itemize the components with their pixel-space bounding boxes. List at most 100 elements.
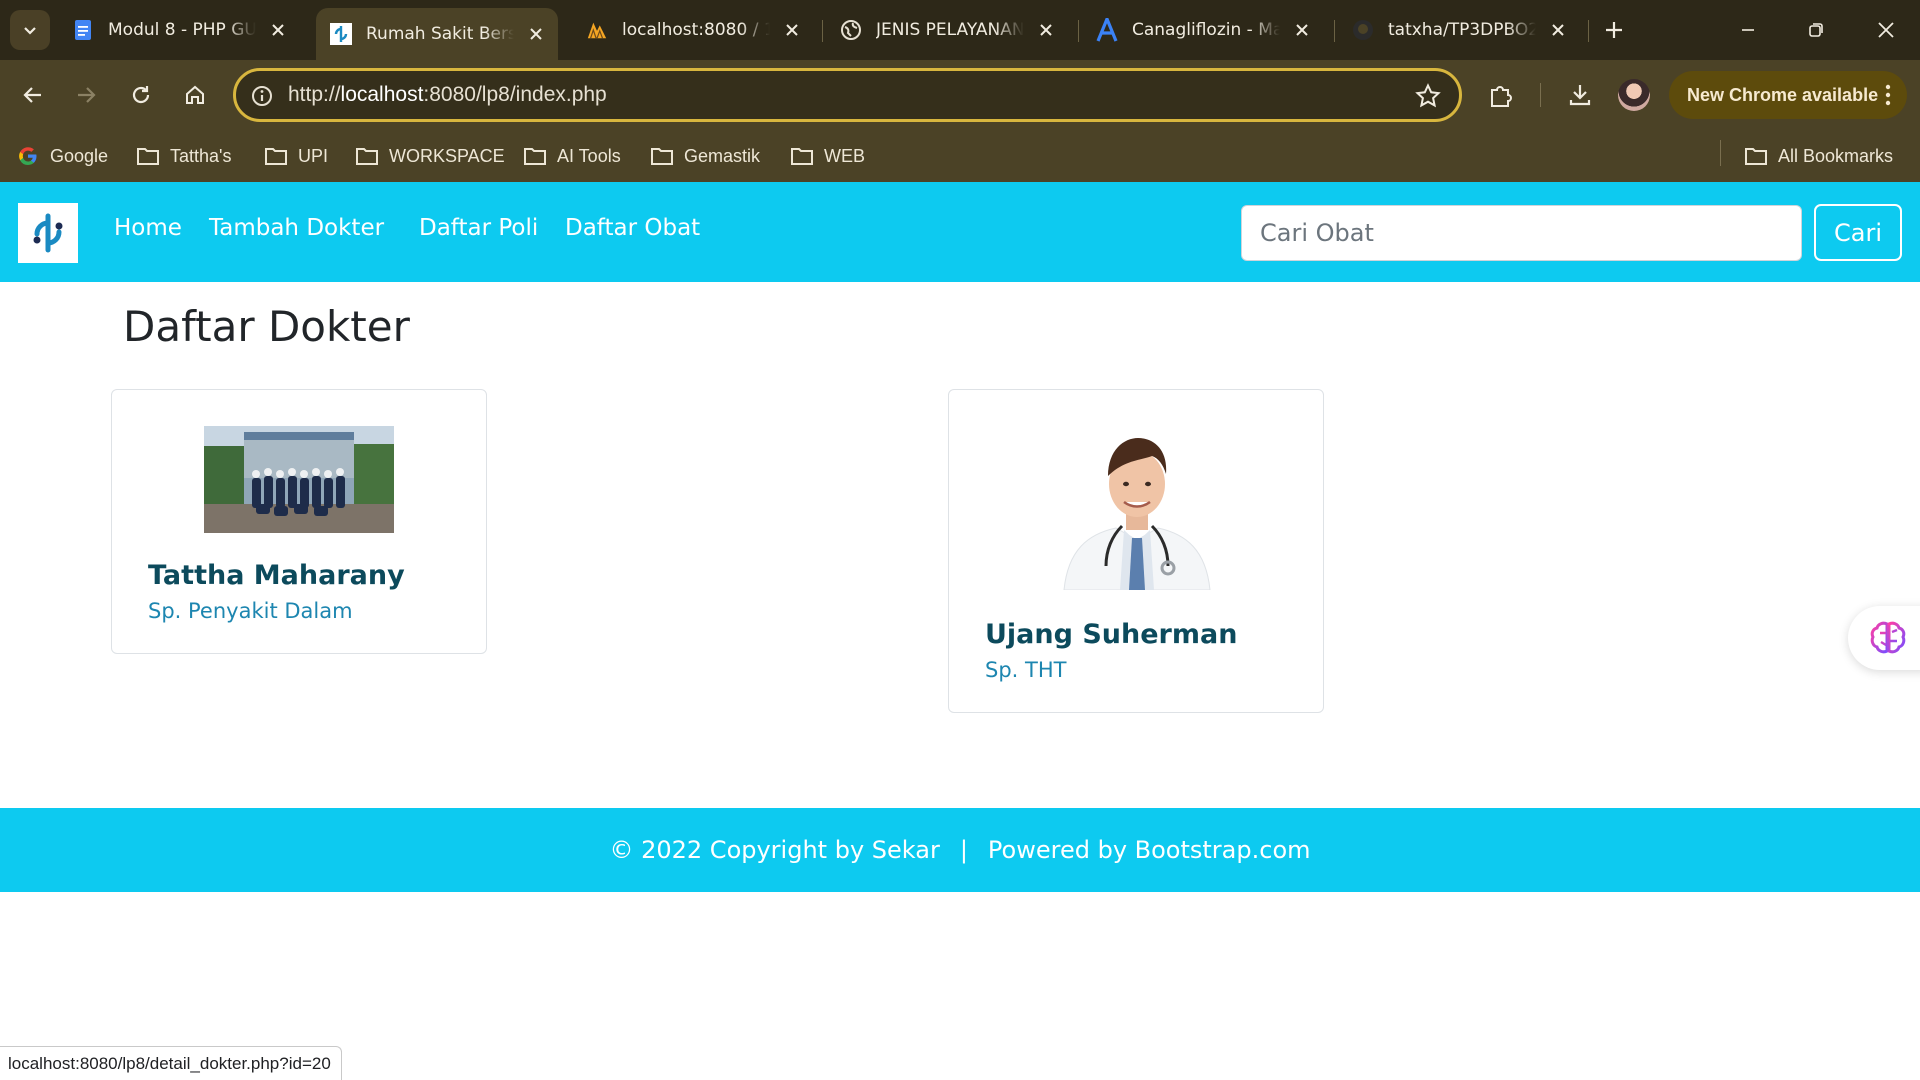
site-footer: © 2022 Copyright by Sekar | Powered by B… [0,808,1920,892]
folder-icon [136,144,160,168]
extensions-button[interactable] [1484,78,1518,112]
tab-search-button[interactable] [10,10,50,50]
tab-title: Canagliflozin - Ma [1132,20,1280,40]
footer-copyright: © 2022 Copyright by Sekar [609,836,940,864]
downloads-button[interactable] [1563,78,1597,112]
close-icon [1878,22,1894,38]
home-button[interactable] [175,75,215,115]
arrow-right-icon [78,87,96,103]
close-icon[interactable] [526,24,546,44]
more-vert-icon [1885,84,1891,106]
plus-icon [1606,22,1622,38]
doctor-specialty: Sp. THT [985,658,1067,682]
url-text[interactable]: http://localhost:8080/lp8/index.php [288,83,607,107]
doctor-photo [1052,426,1222,590]
all-bookmarks-button[interactable]: All Bookmarks [1744,140,1893,172]
forward-button[interactable] [66,75,106,115]
puzzle-icon [1491,86,1512,107]
tab-modul-8[interactable]: Modul 8 - PHP GUI [58,9,300,51]
tab-title: tatxha/TP3DPBO2 [1388,20,1536,40]
tab-divider [1588,20,1589,42]
site-logo-icon [33,213,63,253]
doctor-specialty: Sp. Penyakit Dalam [148,599,353,623]
globe-icon [840,19,862,41]
toolbar-divider [1540,83,1541,107]
bookmarks-divider [1720,140,1721,166]
docs-icon [72,19,94,41]
nav-home[interactable]: Home [114,215,182,241]
site-logo-icon [330,23,352,45]
search-button[interactable]: Cari [1814,204,1902,261]
nav-tambah-dokter[interactable]: Tambah Dokter [209,215,384,241]
bookmark-folder-upi[interactable]: UPI [264,140,328,172]
folder-icon [1744,144,1768,168]
close-icon[interactable] [1292,20,1312,40]
close-icon[interactable] [782,20,802,40]
bookmark-folder-gemastik[interactable]: Gemastik [650,140,760,172]
tab-jenis-pelayanan[interactable]: JENIS PELAYANAN [826,9,1068,51]
bookmark-label: WEB [824,145,866,166]
back-button[interactable] [13,75,53,115]
tab-title: JENIS PELAYANAN [876,20,1024,40]
bookmark-google[interactable]: Google [16,140,108,172]
bookmark-folder-ai-tools[interactable]: AI Tools [523,140,621,172]
bookmark-folder-tatthas[interactable]: Tattha's [136,140,231,172]
doctor-name[interactable]: Tattha Maharany [148,560,405,591]
tab-phpmyadmin[interactable]: localhost:8080 / 127 [572,9,814,51]
footer-powered-by: Powered by Bootstrap.com [987,836,1311,864]
tab-divider [822,20,823,42]
reload-button[interactable] [121,75,161,115]
update-label: New Chrome available [1687,84,1879,105]
close-icon[interactable] [1548,20,1568,40]
profile-avatar[interactable] [1618,79,1650,111]
new-tab-button[interactable] [1598,14,1630,46]
tab-divider [1334,20,1335,42]
close-window-button[interactable] [1866,10,1906,50]
page-title: Daftar Dokter [123,302,410,351]
folder-icon [650,144,674,168]
browser-toolbar: http://localhost:8080/lp8/index.php New … [0,60,1920,130]
site-navbar: Home Tambah Dokter Daftar Poli Daftar Ob… [0,182,1920,282]
bookmark-label: Google [50,145,109,166]
tab-github[interactable]: tatxha/TP3DPBO2 [1338,9,1580,51]
home-icon [186,85,204,104]
folder-icon [790,144,814,168]
chevron-down-icon [24,27,36,35]
bookmarks-bar: Google Tattha's UPI WORKSPACE AI Tools G… [0,130,1920,182]
info-icon[interactable] [250,84,274,108]
tab-title: Rumah Sakit Bersih [366,24,514,44]
ai-extension-button[interactable] [1848,606,1920,670]
star-icon[interactable] [1415,83,1441,109]
nav-daftar-poli[interactable]: Daftar Poli [419,215,538,241]
reload-icon [132,86,150,104]
restore-button[interactable] [1796,10,1836,50]
brain-icon [1870,621,1906,654]
address-bar[interactable]: http://localhost:8080/lp8/index.php [233,68,1462,122]
folder-icon [355,144,379,168]
chrome-update-button[interactable]: New Chrome available [1669,71,1907,119]
close-icon[interactable] [1036,20,1056,40]
bookmark-folder-workspace[interactable]: WORKSPACE [355,140,505,172]
bookmark-label: AI Tools [557,145,621,166]
minimize-button[interactable] [1728,10,1768,50]
folder-icon [264,144,288,168]
minimize-icon [1742,29,1754,31]
nav-daftar-obat[interactable]: Daftar Obat [565,215,700,241]
footer-separator: | [959,836,968,864]
tab-rumah-sakit[interactable]: Rumah Sakit Bersih [316,8,558,60]
tab-divider [1078,20,1079,42]
doctor-name[interactable]: Ujang Suherman [985,619,1237,650]
folder-icon [523,144,547,168]
close-icon[interactable] [268,20,288,40]
status-url-bubble: localhost:8080/lp8/detail_dokter.php?id=… [0,1046,342,1080]
doctor-card[interactable]: Ujang Suherman Sp. THT [948,389,1324,713]
download-icon [1569,85,1591,106]
bookmark-folder-web[interactable]: WEB [790,140,865,172]
doctor-card[interactable]: Tattha Maharany Sp. Penyakit Dalam [111,389,487,654]
google-icon [16,144,40,168]
bookmark-label: All Bookmarks [1778,145,1894,166]
site-logo[interactable] [18,203,78,263]
search-input[interactable] [1241,205,1802,261]
github-icon [1352,19,1374,41]
tab-canagliflozin[interactable]: Canagliflozin - Ma [1082,9,1324,51]
